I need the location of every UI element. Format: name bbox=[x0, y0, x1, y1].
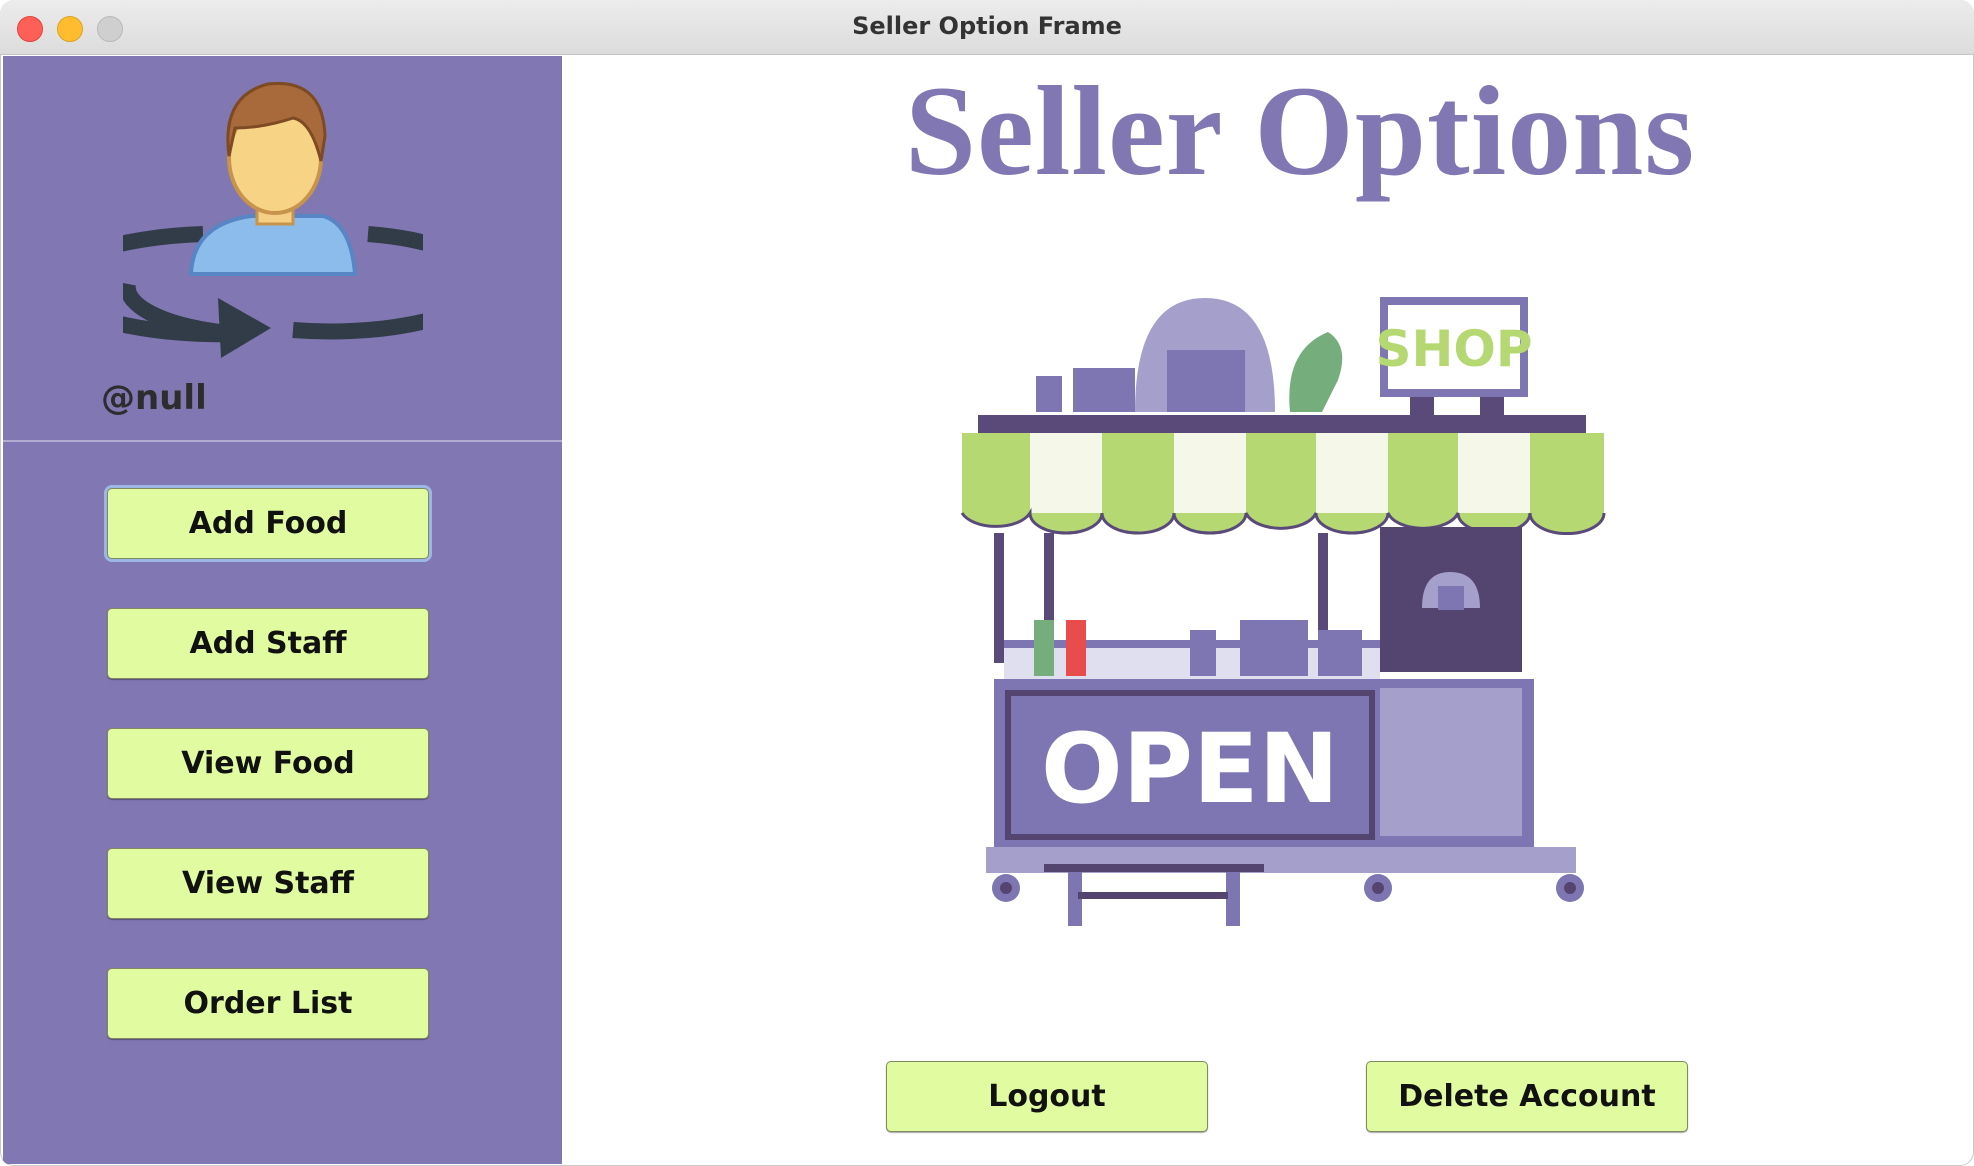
title-bar[interactable]: Seller Option Frame bbox=[0, 0, 1974, 55]
divider bbox=[3, 440, 562, 442]
view-staff-button[interactable]: View Staff bbox=[107, 848, 429, 919]
add-food-button[interactable]: Add Food bbox=[107, 488, 429, 559]
sidebar: @null Add Food Add Staff View Food View … bbox=[3, 56, 562, 1164]
open-sign-text: OPEN bbox=[1041, 713, 1339, 825]
app-window: Seller Option Frame @null Add Food Add S… bbox=[0, 0, 1974, 1166]
view-food-button[interactable]: View Food bbox=[107, 728, 429, 799]
food-stall-illustration: SHOP OPEN bbox=[960, 297, 1606, 926]
logout-button[interactable]: Logout bbox=[886, 1061, 1208, 1132]
order-list-button[interactable]: Order List bbox=[107, 968, 429, 1039]
window-title: Seller Option Frame bbox=[852, 12, 1122, 40]
username-label: @null bbox=[101, 378, 207, 418]
add-staff-button[interactable]: Add Staff bbox=[107, 608, 429, 679]
delete-account-button[interactable]: Delete Account bbox=[1366, 1061, 1688, 1132]
shop-sign-text: SHOP bbox=[1375, 320, 1532, 378]
user-switch-icon bbox=[123, 81, 423, 358]
page-title: Seller Options bbox=[904, 60, 1696, 202]
